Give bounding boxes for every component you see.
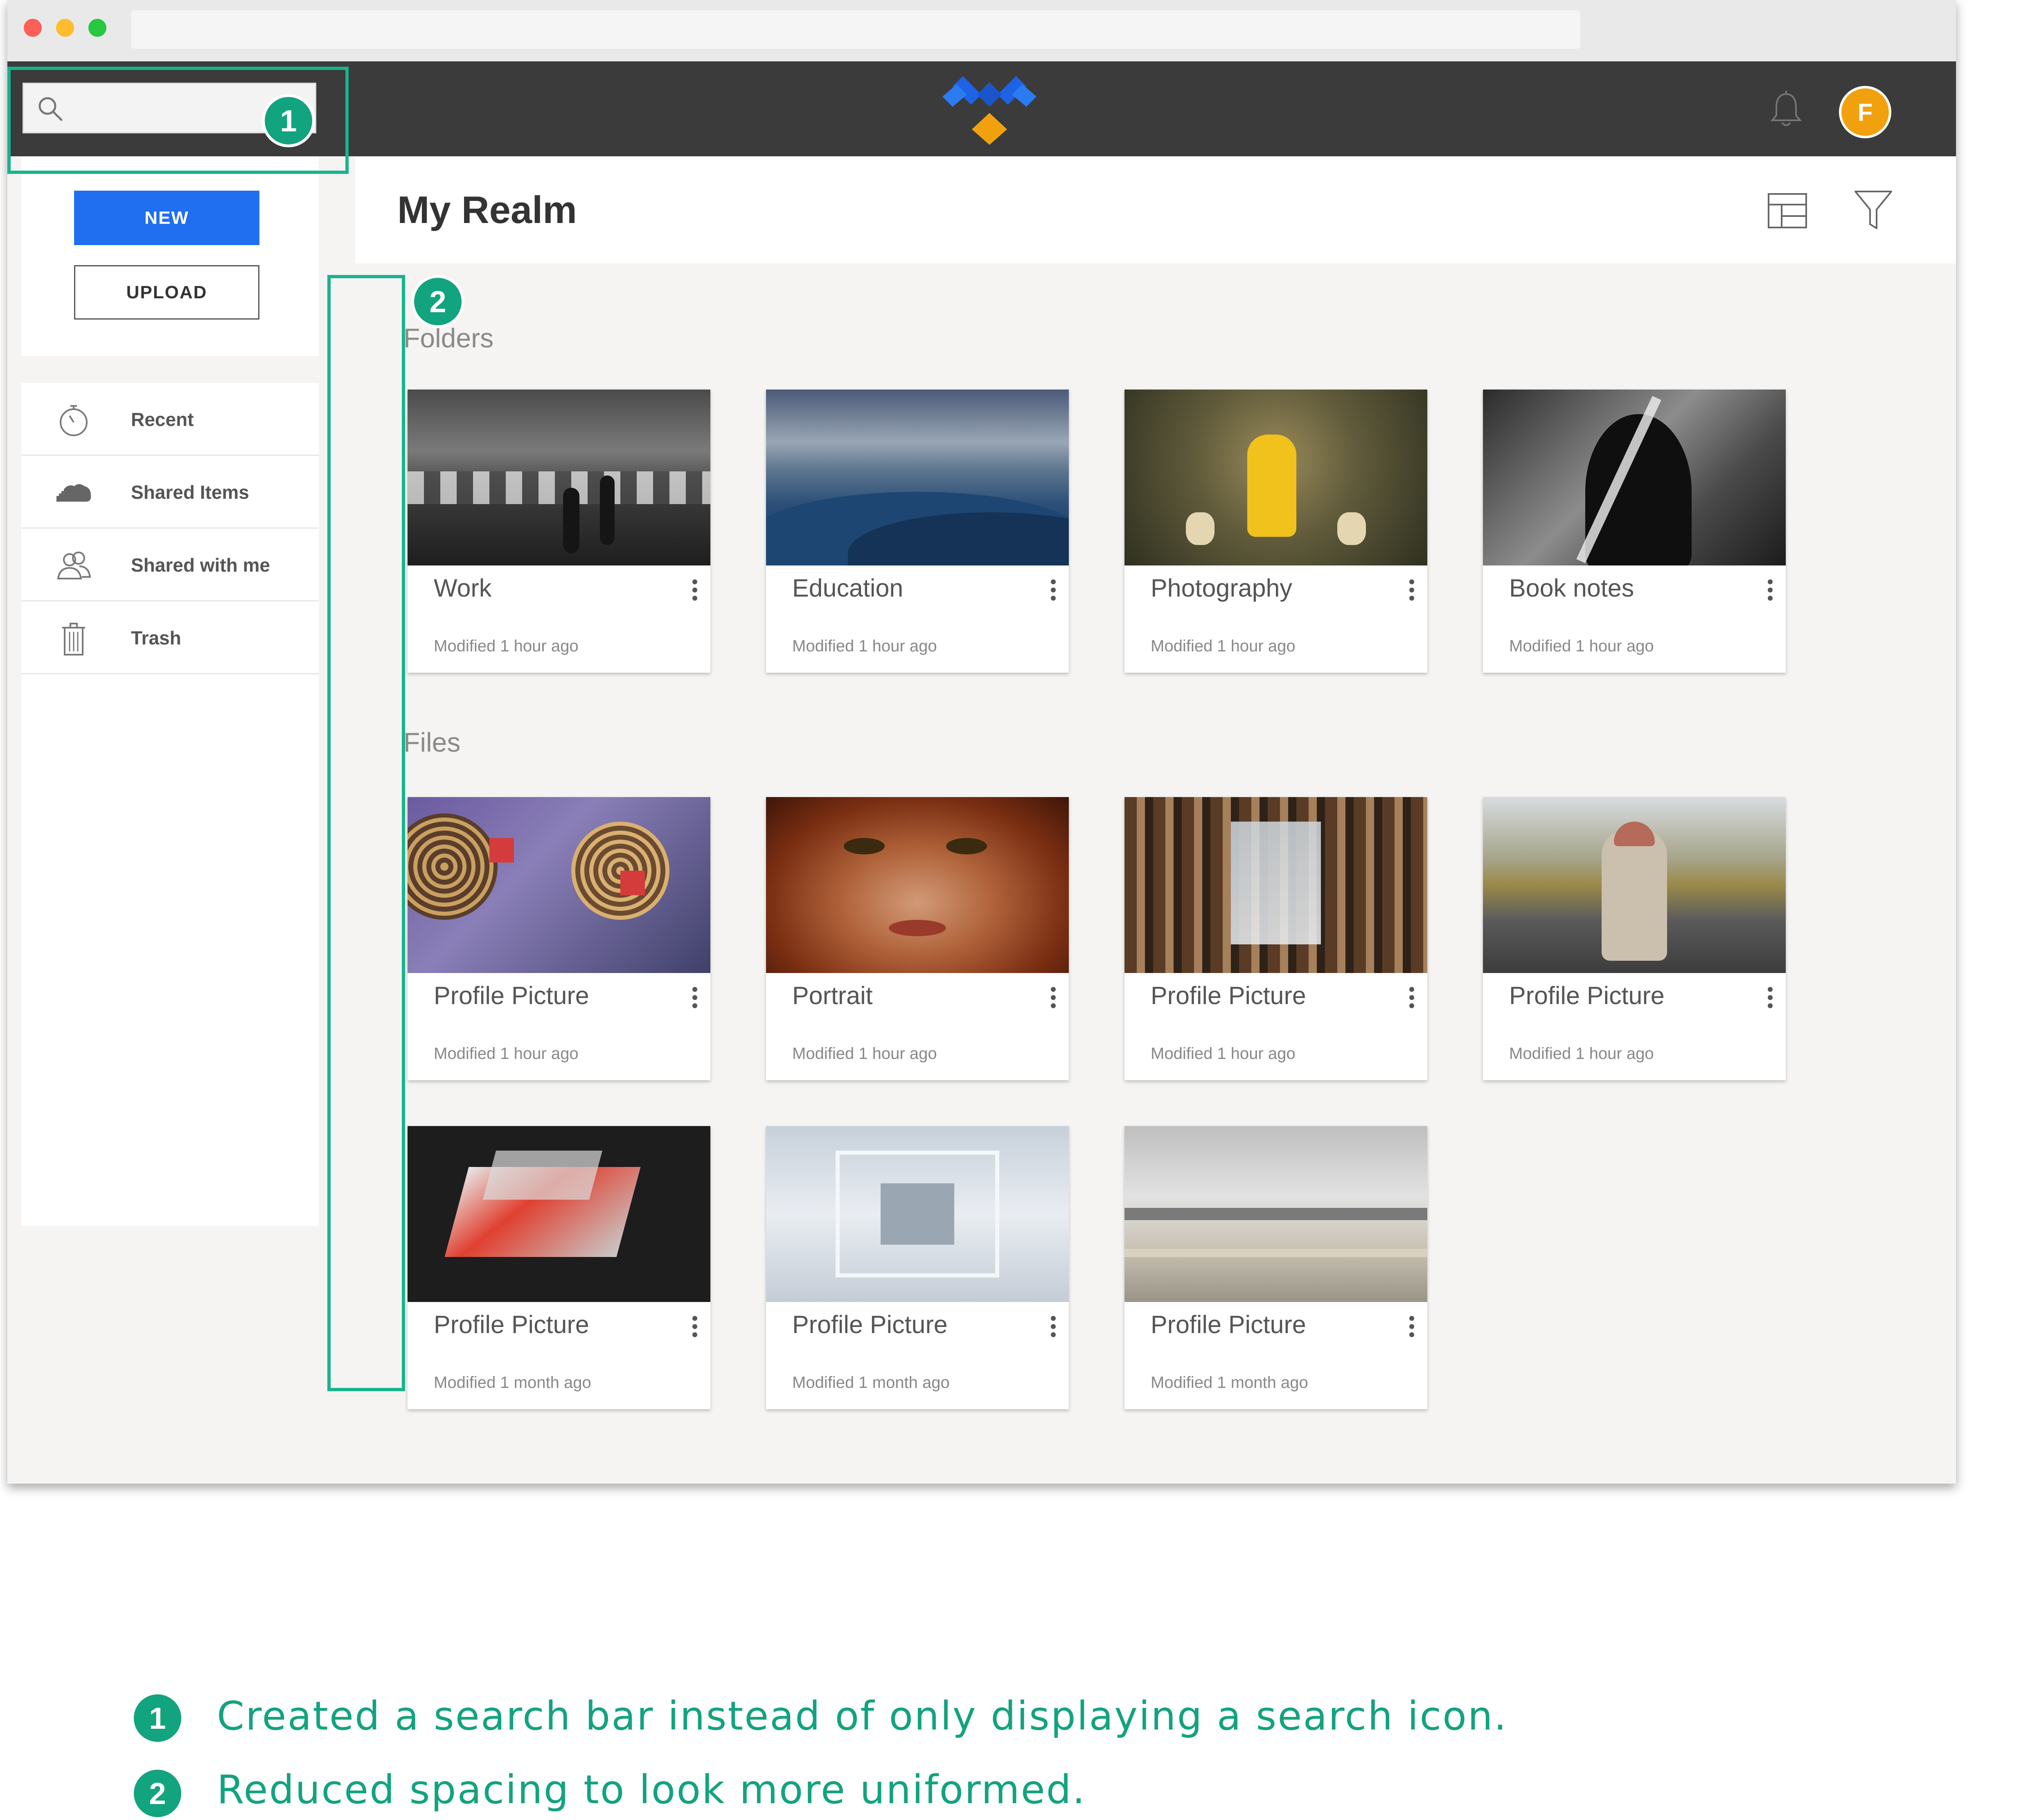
users-icon (57, 552, 91, 579)
sidebar-item-shared-with-me[interactable]: Shared with me (21, 529, 319, 601)
browser-window: F NEW UPLOAD Recent Shared Items Shared … (7, 0, 1956, 1484)
filter-icon[interactable] (1853, 189, 1894, 232)
note-badge-1: 1 (131, 1692, 184, 1745)
more-options-icon[interactable] (691, 985, 699, 1010)
more-options-icon[interactable] (1766, 578, 1774, 602)
folder-modified: Modified 1 hour ago (434, 637, 579, 655)
stopwatch-icon (60, 405, 88, 436)
folder-modified: Modified 1 hour ago (792, 637, 937, 655)
main-header: My Realm (355, 156, 1956, 264)
folder-card-photography[interactable]: Photography Modified 1 hour ago (1124, 390, 1427, 673)
file-name: Profile Picture (434, 982, 589, 1009)
folder-thumbnail (1124, 390, 1427, 565)
file-modified: Modified 1 month ago (434, 1374, 591, 1392)
trash-icon (62, 623, 85, 655)
sidebar-nav: Recent Shared Items Shared with me Trash (21, 383, 319, 1226)
file-thumbnail (1124, 797, 1427, 973)
more-options-icon[interactable] (691, 578, 699, 602)
sidebar-item-recent[interactable]: Recent (21, 383, 319, 456)
folder-modified: Modified 1 hour ago (1151, 637, 1296, 655)
file-thumbnail (766, 797, 1069, 973)
folder-thumbnail (766, 390, 1069, 565)
sidebar-item-label: Shared with me (131, 554, 270, 576)
sidebar-item-label: Trash (131, 627, 181, 649)
file-card[interactable]: Portrait Modified 1 hour ago (766, 797, 1069, 1080)
file-name: Profile Picture (1151, 982, 1306, 1009)
file-card[interactable]: Profile Picture Modified 1 hour ago (408, 797, 710, 1080)
file-modified: Modified 1 hour ago (434, 1045, 579, 1063)
file-thumbnail (408, 1126, 710, 1302)
more-options-icon[interactable] (1766, 985, 1774, 1010)
annotation-badge-1: 1 (262, 94, 315, 147)
file-modified: Modified 1 hour ago (1509, 1045, 1654, 1063)
folder-card-work[interactable]: Work Modified 1 hour ago (408, 390, 710, 673)
folder-name: Education (792, 574, 904, 602)
file-thumbnail (1124, 1126, 1427, 1302)
more-options-icon[interactable] (1049, 985, 1057, 1010)
grid-layout-icon[interactable] (1767, 192, 1808, 229)
more-options-icon[interactable] (691, 1314, 699, 1339)
file-card[interactable]: Profile Picture Modified 1 hour ago (1483, 797, 1786, 1080)
folder-card-education[interactable]: Education Modified 1 hour ago (766, 390, 1069, 673)
browser-titlebar (7, 0, 1956, 61)
file-card[interactable]: Profile Picture Modified 1 month ago (766, 1126, 1069, 1409)
note-badge-2: 2 (131, 1767, 184, 1820)
folder-card-book-notes[interactable]: Book notes Modified 1 hour ago (1483, 390, 1786, 673)
folder-name: Work (434, 574, 492, 602)
file-card[interactable]: Profile Picture Modified 1 month ago (408, 1126, 710, 1409)
notification-bell-icon[interactable] (1769, 91, 1803, 128)
file-card[interactable]: Profile Picture Modified 1 month ago (1124, 1126, 1427, 1409)
file-name: Profile Picture (792, 1311, 948, 1338)
sidebar-item-label: Recent (131, 409, 194, 430)
file-name: Portrait (792, 982, 873, 1009)
more-options-icon[interactable] (1408, 985, 1416, 1010)
folder-thumbnail (408, 390, 710, 565)
page-title: My Realm (397, 188, 577, 231)
more-options-icon[interactable] (1408, 1314, 1416, 1339)
annotation-badge-2: 2 (411, 275, 464, 328)
cloud-icon (56, 484, 91, 502)
folder-name: Photography (1151, 574, 1292, 602)
more-options-icon[interactable] (1049, 578, 1057, 602)
upload-button[interactable]: UPLOAD (74, 265, 259, 320)
file-modified: Modified 1 month ago (792, 1374, 950, 1392)
folder-modified: Modified 1 hour ago (1509, 637, 1654, 655)
app-logo-icon[interactable] (934, 72, 1045, 146)
close-window-button[interactable] (24, 19, 42, 37)
file-thumbnail (1483, 797, 1786, 973)
sidebar-item-label: Shared Items (131, 482, 249, 503)
file-name: Profile Picture (434, 1311, 589, 1338)
sidebar-actions: NEW UPLOAD (21, 156, 319, 356)
files-heading: Files (403, 727, 461, 757)
file-modified: Modified 1 hour ago (1151, 1045, 1296, 1063)
more-options-icon[interactable] (1408, 578, 1416, 602)
sidebar-item-trash[interactable]: Trash (21, 601, 319, 674)
folder-thumbnail (1483, 390, 1786, 565)
new-button[interactable]: NEW (74, 191, 259, 245)
maximize-window-button[interactable] (88, 19, 106, 37)
file-modified: Modified 1 month ago (1151, 1374, 1308, 1392)
user-avatar[interactable]: F (1839, 86, 1891, 138)
file-thumbnail (408, 797, 710, 973)
address-bar[interactable] (131, 10, 1580, 49)
file-name: Profile Picture (1151, 1311, 1306, 1338)
more-options-icon[interactable] (1049, 1314, 1057, 1339)
folder-name: Book notes (1509, 574, 1634, 602)
minimize-window-button[interactable] (56, 19, 74, 37)
sidebar-item-shared-items[interactable]: Shared Items (21, 456, 319, 529)
folders-heading: Folders (403, 323, 494, 353)
note-text-1: Created a search bar instead of only dis… (217, 1693, 1508, 1739)
file-card[interactable]: Profile Picture Modified 1 hour ago (1124, 797, 1427, 1080)
annotation-box-spacing (327, 275, 405, 1391)
file-name: Profile Picture (1509, 982, 1665, 1009)
note-text-2: Reduced spacing to look more uniformed. (217, 1767, 1086, 1813)
file-modified: Modified 1 hour ago (792, 1045, 937, 1063)
file-thumbnail (766, 1126, 1069, 1302)
